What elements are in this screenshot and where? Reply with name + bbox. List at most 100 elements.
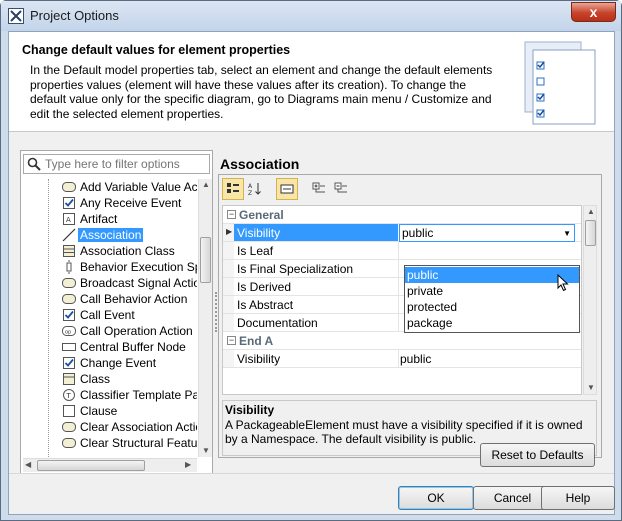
visibility-combobox[interactable]: public ▼ <box>399 224 575 242</box>
header-title: Change default values for element proper… <box>22 43 291 57</box>
filter-input[interactable] <box>45 156 205 172</box>
row-pointer-icon: ▶ <box>226 227 233 236</box>
buffer-node-icon <box>62 340 76 354</box>
action-icon <box>62 436 76 450</box>
reset-to-defaults-button[interactable]: Reset to Defaults <box>480 443 595 467</box>
property-name: Is Final Specialization <box>237 262 354 276</box>
tree-item[interactable]: Behavior Execution Specification <box>23 259 197 275</box>
tree-item[interactable]: A Artifact <box>23 211 197 227</box>
action-icon <box>62 292 76 306</box>
checkbox-icon <box>62 196 76 210</box>
tree-item[interactable]: Clear Structural Feature <box>23 435 197 451</box>
tree-item-label: Clear Structural Feature <box>80 436 197 450</box>
group-general[interactable]: − General <box>223 206 581 224</box>
tree-item[interactable]: Broadcast Signal Action <box>23 275 197 291</box>
sort-alphabetical-button[interactable]: AZ <box>244 178 266 200</box>
panel-splitter[interactable] <box>215 292 217 332</box>
association-class-icon <box>62 244 76 258</box>
execution-spec-icon <box>62 260 76 274</box>
dialog-body: Change default values for element proper… <box>8 31 615 515</box>
property-row-is-leaf[interactable]: Is Leaf <box>223 242 581 260</box>
tree-horizontal-scroll-thumb[interactable] <box>37 460 145 471</box>
tree-item[interactable]: Call Event <box>23 307 197 323</box>
scroll-down-icon[interactable]: ▼ <box>587 382 595 394</box>
dropdown-option-package[interactable]: package <box>405 315 579 331</box>
options-illustration-icon <box>524 41 596 125</box>
association-line-icon <box>62 228 76 242</box>
collapse-all-button[interactable] <box>330 178 352 200</box>
scroll-right-icon[interactable]: ▶ <box>185 459 191 471</box>
svg-text:A: A <box>66 216 71 224</box>
title-bar[interactable]: Project Options x <box>1 1 621 31</box>
tree-vertical-scroll-thumb[interactable] <box>200 237 211 283</box>
checkbox-icon <box>62 308 76 322</box>
tree-item-label: Class <box>80 372 111 386</box>
tree-item[interactable]: Central Buffer Node <box>23 339 197 355</box>
tree-item-label: Change Event <box>80 356 157 370</box>
action-icon <box>62 180 76 194</box>
dropdown-option-public[interactable]: public <box>405 267 579 283</box>
group-label: End A <box>239 334 274 348</box>
collapse-icon[interactable]: − <box>227 210 236 219</box>
ok-button[interactable]: OK <box>398 486 474 510</box>
tree-item[interactable]: T Classifier Template Parameter <box>23 387 197 403</box>
header-panel: Change default values for element proper… <box>9 32 614 132</box>
tree-item[interactable]: Change Event <box>23 355 197 371</box>
scroll-left-icon[interactable]: ◀ <box>25 459 31 471</box>
collapse-all-icon <box>334 182 347 193</box>
close-button[interactable]: x <box>571 2 616 22</box>
scroll-up-icon[interactable]: ▲ <box>587 206 595 218</box>
svg-text:A: A <box>248 183 253 190</box>
tree-item-label: Call Event <box>80 308 135 322</box>
description-title: Visibility <box>225 403 275 417</box>
tree-horizontal-scrollbar[interactable]: ◀ ▶ <box>23 458 197 472</box>
grid-scroll-thumb[interactable] <box>585 220 596 246</box>
template-param-icon: T <box>62 388 76 402</box>
clause-icon <box>62 404 76 418</box>
dropdown-option-private[interactable]: private <box>405 283 579 299</box>
options-tree-panel: Add Variable Value Action Any Receive Eve… <box>20 150 213 474</box>
tree-item-label: Classifier Template Parameter <box>80 388 197 402</box>
property-name: Documentation <box>237 316 318 330</box>
checkbox-icon <box>62 356 76 370</box>
tree-item[interactable]: Clear Association Action <box>23 419 197 435</box>
tree-item[interactable]: op Call Operation Action <box>23 323 197 339</box>
collapse-icon[interactable]: − <box>227 336 236 345</box>
section-title: Association <box>220 156 300 172</box>
expand-all-icon <box>312 182 325 193</box>
artifact-icon: A <box>62 212 76 226</box>
tree-item[interactable]: Class <box>23 371 197 387</box>
dropdown-option-protected[interactable]: protected <box>405 299 579 315</box>
show-description-button[interactable] <box>276 178 298 200</box>
group-end-a[interactable]: − End A <box>223 332 581 350</box>
tree-item[interactable]: Call Behavior Action <box>23 291 197 307</box>
categorized-icon <box>227 183 239 193</box>
tree-item-label: Broadcast Signal Action <box>80 276 197 290</box>
help-button[interactable]: Help <box>541 486 615 510</box>
property-row-visibility[interactable]: ▶ Visibility public ▼ <box>223 224 581 242</box>
property-name: Is Abstract <box>237 298 294 312</box>
tree-item[interactable]: Association Class <box>23 243 197 259</box>
tree-item-label: Add Variable Value Action <box>80 180 197 194</box>
tree-item-label: Central Buffer Node <box>80 340 186 354</box>
categorized-view-button[interactable] <box>222 178 244 200</box>
scroll-up-icon[interactable]: ▲ <box>202 179 210 191</box>
sort-az-icon: AZ <box>248 183 261 197</box>
project-options-window: Project Options x Change default values … <box>0 0 622 521</box>
dropdown-arrow-icon[interactable]: ▼ <box>563 229 571 238</box>
tree-item[interactable]: Association <box>23 227 197 243</box>
header-description: In the Default model properties tab, sel… <box>30 63 493 121</box>
tree-vertical-scrollbar[interactable]: ▲ ▼ <box>198 179 212 457</box>
tree-item-label: Any Receive Event <box>80 196 182 210</box>
grid-vertical-scrollbar[interactable]: ▲ ▼ <box>583 205 597 395</box>
tree-item-label: Association Class <box>80 244 175 258</box>
scroll-down-icon[interactable]: ▼ <box>202 445 210 457</box>
property-row-end-a-visibility[interactable]: Visibility public <box>223 350 581 368</box>
tree-item-label: Call Behavior Action <box>80 292 188 306</box>
expand-all-button[interactable] <box>308 178 330 200</box>
tree-item[interactable]: Add Variable Value Action <box>23 179 197 195</box>
visibility-dropdown-list: public private protected package <box>404 265 580 333</box>
element-tree: Add Variable Value Action Any Receive Eve… <box>23 179 197 459</box>
tree-item[interactable]: Any Receive Event <box>23 195 197 211</box>
tree-item[interactable]: Clause <box>23 403 197 419</box>
